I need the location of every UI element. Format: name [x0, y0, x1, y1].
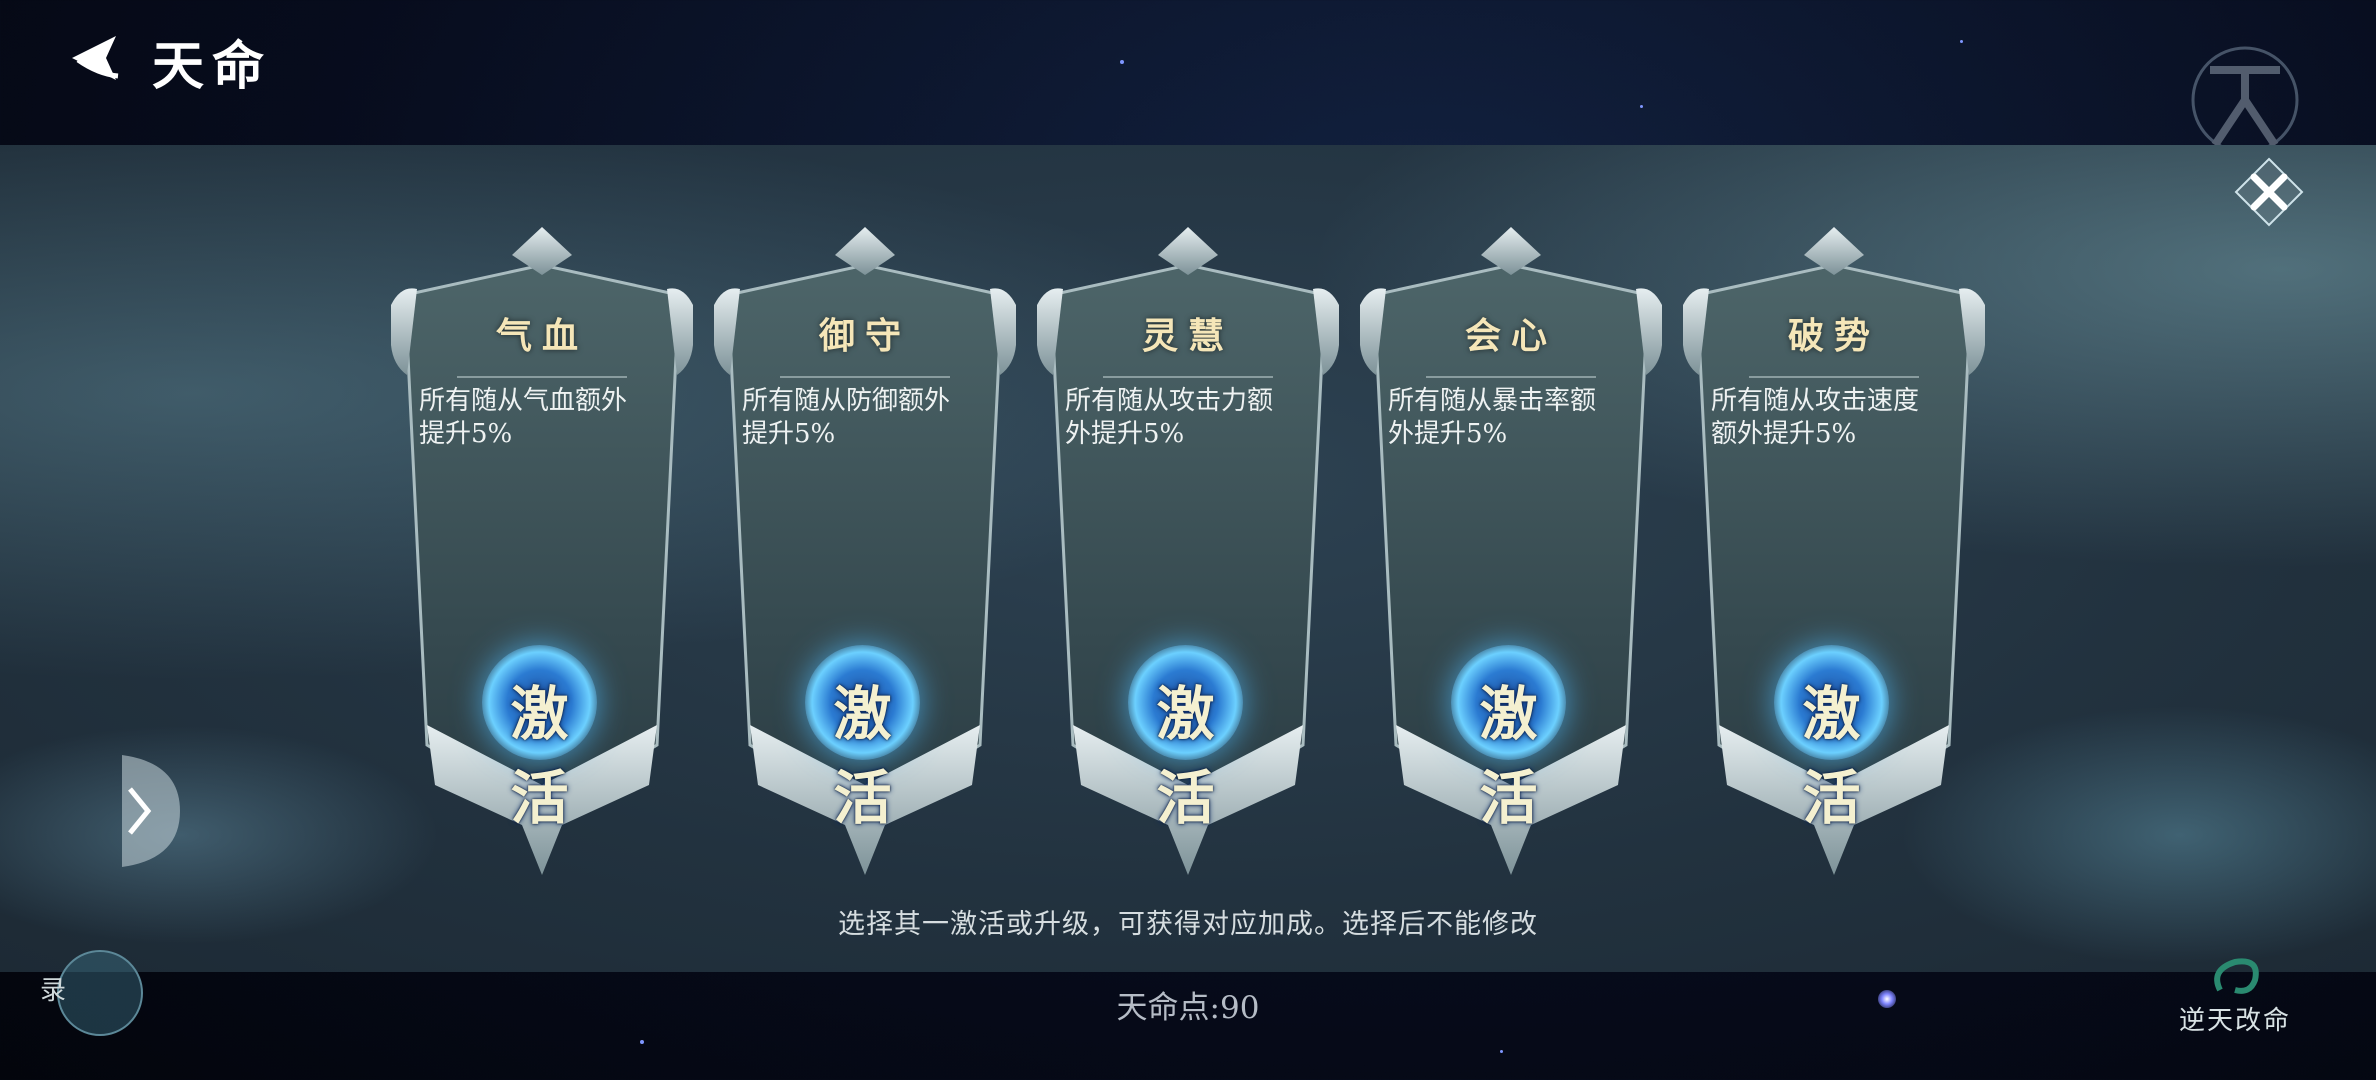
card-qixue[interactable]: 气血 所有随从气血额外提升5% 激活 — [387, 225, 697, 875]
activate-label: 激活 — [1802, 680, 1861, 832]
card-description: 所有随从攻击力额外提升5% — [1065, 386, 1274, 449]
card-description: 所有随从攻击速度额外提升5% — [1711, 386, 1920, 449]
card-description: 所有随从防御额外提升5% — [742, 386, 951, 449]
star — [1500, 1050, 1503, 1053]
destiny-points: 天命点:90 — [1116, 990, 1260, 1026]
card-description: 所有随从暴击率额外提升5% — [1388, 386, 1597, 449]
activate-button[interactable]: 激活 — [1451, 645, 1566, 832]
activate-label: 激活 — [510, 680, 569, 832]
star — [640, 1040, 644, 1044]
defy-fate-button[interactable]: 逆天改命 — [2150, 950, 2320, 1040]
activate-button[interactable]: 激活 — [1774, 645, 1889, 832]
heaven-emblem-icon — [2191, 46, 2299, 154]
card-title: 灵慧 — [1141, 315, 1234, 357]
chevron-right-icon[interactable] — [122, 755, 180, 867]
defy-fate-label: 逆天改命 — [2178, 1006, 2291, 1036]
activate-button[interactable]: 激活 — [1128, 645, 1243, 832]
swirl-icon — [2214, 958, 2259, 994]
card-title: 会心 — [1464, 315, 1557, 357]
top-bar: 天命 — [0, 0, 2376, 154]
page-title: 天命 — [152, 36, 273, 97]
card-description: 所有随从气血额外提升5% — [419, 386, 628, 449]
activate-label: 激活 — [833, 680, 892, 832]
card-poshi[interactable]: 破势 所有随从攻击速度额外提升5% 激活 — [1679, 225, 1989, 875]
card-yushou[interactable]: 御守 所有随从防御额外提升5% 激活 — [710, 225, 1020, 875]
activate-button[interactable]: 激活 — [482, 645, 597, 832]
card-huixin[interactable]: 会心 所有随从暴击率额外提升5% 激活 — [1356, 225, 1666, 875]
card-title: 御守 — [818, 315, 911, 357]
activate-label: 激活 — [1479, 680, 1538, 832]
hint-text: 选择其一激活或升级，可获得对应加成。选择后不能修改 — [838, 909, 1538, 940]
back-arrow-icon[interactable] — [58, 30, 124, 86]
card-linghui[interactable]: 灵慧 所有随从攻击力额外提升5% 激活 — [1033, 225, 1343, 875]
card-title: 气血 — [495, 315, 588, 357]
card-title: 破势 — [1787, 315, 1880, 357]
close-icon[interactable] — [2232, 155, 2306, 229]
activate-label: 激活 — [1156, 680, 1215, 832]
activate-button[interactable]: 激活 — [805, 645, 920, 832]
